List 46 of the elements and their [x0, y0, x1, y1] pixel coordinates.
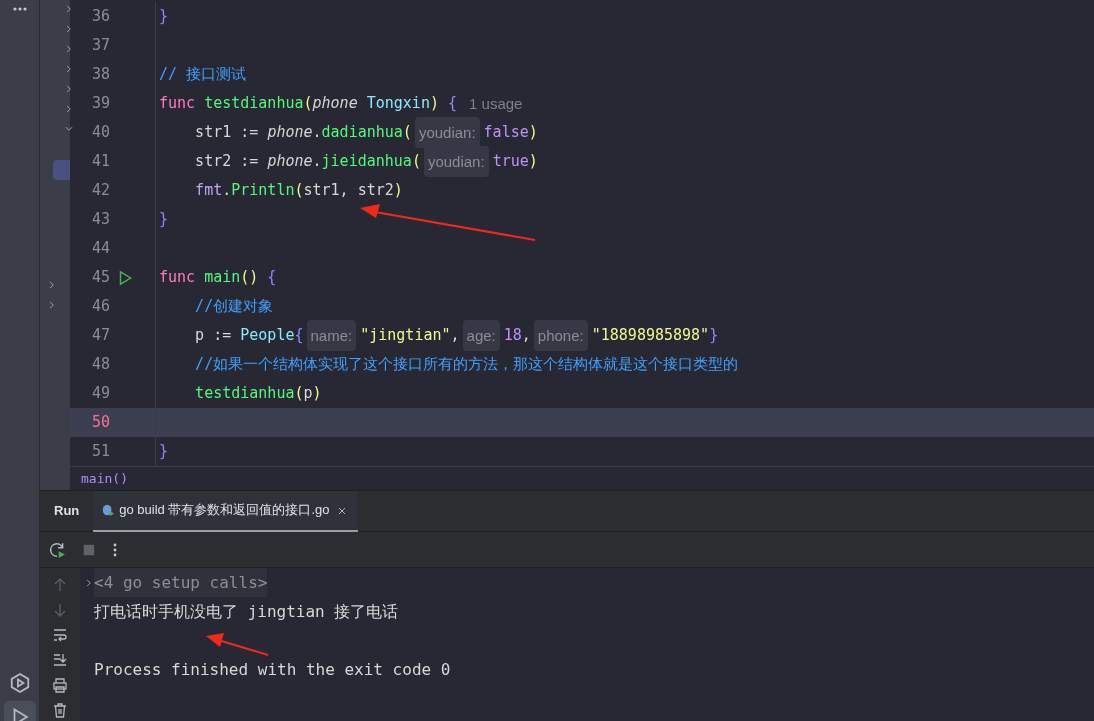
line-number: 43 — [90, 209, 110, 230]
code-text: } — [159, 209, 169, 230]
console-output: 打电话时手机没电了 jingtian 接了电话 — [93, 601, 400, 623]
parameter-hint: phone: — [533, 320, 588, 351]
code-text: // 接口测试 — [159, 64, 247, 85]
breadcrumb[interactable]: main() — [70, 466, 1094, 490]
code-text: } — [159, 441, 169, 462]
line-number: 51 — [90, 441, 110, 462]
parameter-hint: youdian: — [423, 146, 489, 177]
code-text: //如果一个结构体实现了这个接口所有的方法，那这个结构体就是这个接口类型的 — [194, 354, 739, 375]
code-text: 18, — [503, 325, 531, 346]
line-number: 40 — [90, 122, 110, 143]
code-text: } — [159, 6, 169, 27]
line-number: 41 — [90, 151, 110, 172]
line-number: 48 — [90, 354, 110, 375]
code-text: fmt.Println(str1, str2) — [194, 180, 403, 201]
code-text: p := People{ — [194, 325, 304, 346]
code-text: testdianhua(p) — [194, 383, 322, 404]
code-text: false) — [483, 122, 538, 143]
code-text: str2 := phone.jieidanhua( — [194, 151, 421, 172]
code-text: "jingtian", — [360, 325, 460, 346]
line-number: 46 — [90, 296, 110, 317]
parameter-hint: age: — [462, 320, 500, 351]
line-number: 47 — [90, 325, 110, 346]
parameter-hint: name: — [306, 320, 357, 351]
parameter-hint: youdian: — [414, 117, 480, 148]
line-number: 44 — [90, 238, 110, 259]
line-number: 37 — [90, 35, 110, 56]
code-text: str1 := phone.dadianhua( — [194, 122, 412, 143]
line-number: 36 — [90, 6, 110, 27]
code-text: func testdianhua(phone Tongxin) { — [159, 93, 458, 114]
code-text: true) — [492, 151, 538, 172]
usage-hint[interactable]: 1 usage — [469, 89, 523, 118]
code-text: //创建对象 — [194, 296, 274, 317]
code-text: func main() { — [159, 267, 277, 288]
line-number: 42 — [90, 180, 110, 201]
code-text: "18898985898"} — [591, 325, 719, 346]
line-number: 38 — [90, 64, 110, 85]
line-number: 50 — [90, 412, 110, 433]
folded-output[interactable]: <4 go setup calls> — [94, 568, 268, 597]
panel-title: Run — [53, 502, 81, 521]
line-number: 49 — [90, 383, 110, 404]
run-tab[interactable]: go build 带有参数和返回值的接口.go — [93, 490, 358, 532]
line-number: 45 — [90, 267, 110, 288]
exit-message: Process finished with the exit code 0 — [93, 659, 452, 681]
line-number: 39 — [90, 93, 110, 114]
